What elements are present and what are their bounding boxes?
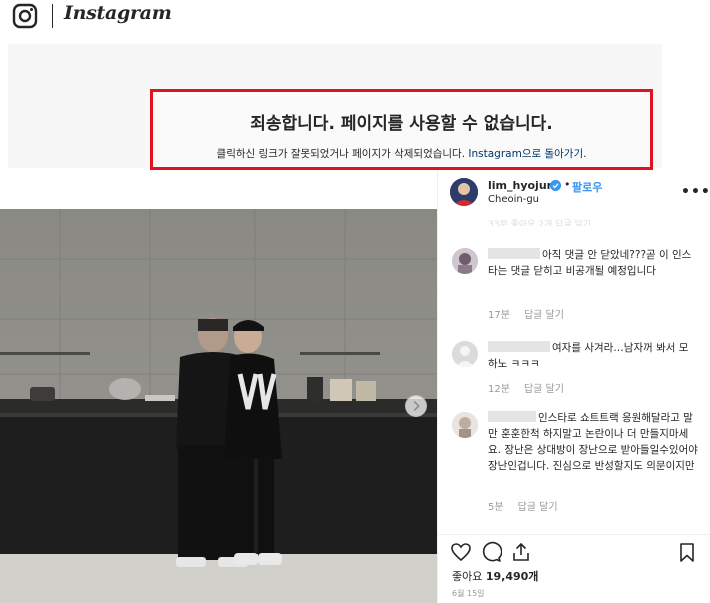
faded-comment-meta: 33분 좋아요 2개 답글 달기 [488, 220, 592, 226]
comment-time: 17분 [488, 310, 510, 321]
post-side-panel: lim_hyojun • 팔로우 Cheoin-gu ••• 33분 좋아요 2… [437, 170, 710, 603]
likes-number: 19,490개 [485, 570, 539, 583]
comment-text: 인스타로 쇼트트랙 응원해달라고 말만 훈훈한척 하지말고 논란이나 더 만들지… [488, 410, 698, 474]
comment-meta: 12분 답글 달기 [488, 380, 578, 395]
author-avatar[interactable] [450, 178, 478, 206]
comment-meta: 17분 답글 달기 [488, 306, 578, 321]
nav-divider [52, 4, 53, 28]
reply-button[interactable]: 답글 달기 [518, 502, 558, 513]
next-photo-chevron-right-icon[interactable] [405, 395, 427, 417]
post-header: lim_hyojun • 팔로우 Cheoin-gu ••• [438, 170, 710, 215]
more-options-icon[interactable]: ••• [681, 184, 710, 200]
likes-label: 좋아요 [452, 570, 486, 583]
author-avatar-image [450, 178, 478, 206]
share-icon[interactable] [510, 541, 532, 563]
author-username[interactable]: lim_hyojun [488, 179, 555, 192]
error-title: 죄송합니다. 페이지를 사용할 수 없습니다. [250, 114, 553, 134]
commenter-name-redacted[interactable] [488, 341, 550, 352]
reply-button[interactable]: 답글 달기 [524, 310, 564, 321]
error-description-text: 클릭하신 링크가 잘못되었거나 페이지가 삭제되었습니다. [216, 148, 469, 160]
follow-button[interactable]: 팔로우 [572, 179, 602, 195]
bookmark-icon[interactable] [676, 541, 698, 563]
commenter-name-redacted[interactable] [488, 248, 540, 259]
post-actions-bar [438, 534, 710, 564]
back-to-instagram-link[interactable]: Instagram으로 돌아가기. [468, 148, 586, 160]
separator-dot: • [564, 178, 571, 191]
commenter-name-redacted[interactable] [488, 411, 536, 422]
verified-badge-icon [550, 180, 561, 191]
commenter-avatar[interactable] [452, 248, 478, 274]
heart-icon[interactable] [450, 541, 472, 563]
error-description: 클릭하신 링크가 잘못되었거나 페이지가 삭제되었습니다. Instagram으… [153, 146, 650, 161]
commenter-avatar-image [452, 248, 478, 274]
commenter-avatar[interactable] [452, 412, 478, 438]
post-photo[interactable] [0, 209, 437, 603]
post-location[interactable]: Cheoin-gu [488, 194, 539, 205]
instagram-logo-icon[interactable] [12, 3, 38, 29]
default-avatar-icon [452, 341, 478, 367]
comment-time: 5분 [488, 502, 504, 513]
comment-bubble-icon[interactable] [480, 541, 502, 563]
commenter-avatar-image [452, 412, 478, 438]
post-photo-image [0, 209, 437, 603]
comment-meta: 5분 답글 달기 [488, 498, 572, 513]
instagram-wordmark[interactable]: Instagram [64, 2, 172, 24]
like-count[interactable]: 좋아요 19,490개 [452, 568, 538, 584]
error-message-box: 죄송합니다. 페이지를 사용할 수 없습니다. 클릭하신 링크가 잘못되었거나 … [150, 89, 653, 170]
post-date: 6월 15일 [452, 589, 485, 598]
top-navigation: Instagram [0, 0, 710, 34]
reply-button[interactable]: 답글 달기 [524, 384, 564, 395]
commenter-avatar[interactable] [452, 341, 478, 367]
comment-time: 12분 [488, 384, 510, 395]
comment-text: 아직 댓글 안 닫았네???곧 이 인스타는 댓글 닫히고 비공개될 예정입니다 [488, 247, 698, 279]
comment-text: 여자를 사겨라…남자꺼 봐서 모하노 ㅋㅋㅋ [488, 340, 698, 372]
